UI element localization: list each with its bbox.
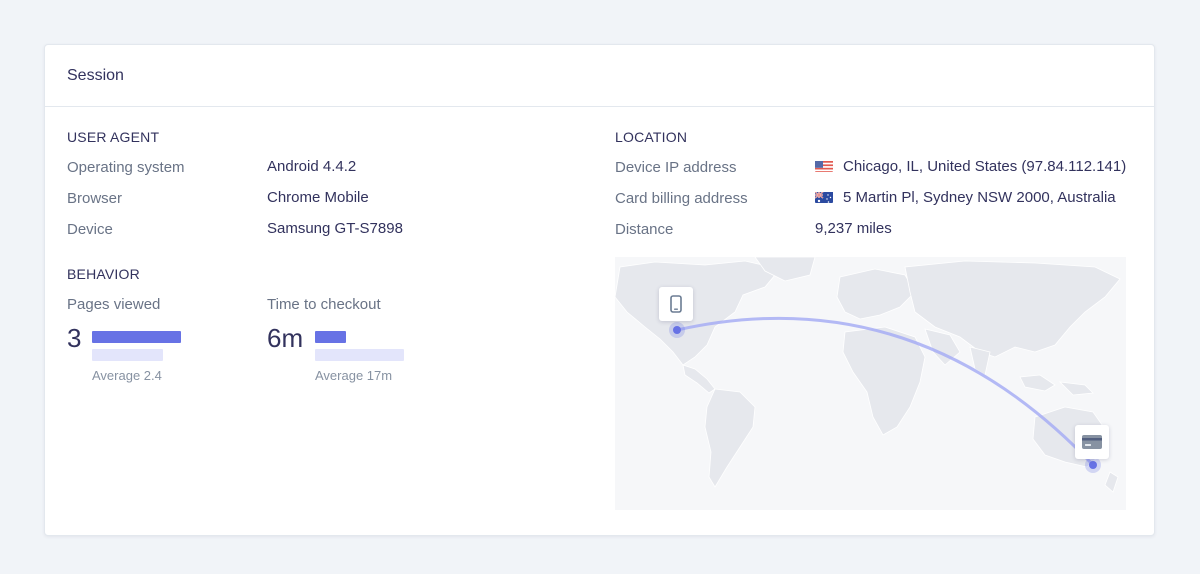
pages-average-bar <box>92 349 163 361</box>
browser-label: Browser <box>67 189 123 207</box>
pages-viewed-value: 3 <box>67 323 82 353</box>
os-value: Android 4.4.2 <box>267 158 357 175</box>
distance-row: Distance <box>615 219 673 239</box>
pages-viewed-bar <box>92 331 181 343</box>
billing-value: 5 Martin Pl, Sydney NSW 2000, Australia <box>843 189 1116 206</box>
browser-row: Browser <box>67 188 122 208</box>
billing-label: Card billing address <box>615 189 748 207</box>
os-label: Operating system <box>67 158 185 176</box>
session-card: Session USER AGENT Operating system Andr… <box>44 44 1155 536</box>
us-flag-icon <box>815 160 833 172</box>
device-label: Device <box>67 220 113 238</box>
device-value: Samsung GT-S7898 <box>267 220 403 237</box>
ip-value-wrap: Chicago, IL, United States (97.84.112.14… <box>815 158 1126 175</box>
time-to-checkout-label: Time to checkout <box>267 296 381 313</box>
device-row: Device <box>67 219 113 239</box>
checkout-average-label: Average 17m <box>315 368 393 383</box>
billing-value-wrap: 5 Martin Pl, Sydney NSW 2000, Australia <box>815 189 1116 206</box>
au-flag-icon <box>815 191 833 203</box>
pages-viewed-label: Pages viewed <box>67 296 161 313</box>
card-title: Session <box>67 66 124 84</box>
location-heading: LOCATION <box>615 129 688 145</box>
distance-value: 9,237 miles <box>815 220 892 237</box>
checkout-bar <box>315 331 346 343</box>
ip-label: Device IP address <box>615 158 737 176</box>
os-row: Operating system <box>67 157 185 177</box>
ip-row: Device IP address <box>615 157 736 177</box>
ip-value: Chicago, IL, United States (97.84.112.14… <box>843 158 1127 175</box>
card-pin[interactable] <box>1075 425 1109 459</box>
location-map <box>615 257 1126 510</box>
distance-label: Distance <box>615 220 674 238</box>
phone-icon <box>670 295 682 313</box>
checkout-average-bar <box>315 349 404 361</box>
behavior-heading: BEHAVIOR <box>67 266 140 282</box>
billing-row: Card billing address <box>615 188 748 208</box>
pages-average-label: Average 2.4 <box>92 368 162 383</box>
credit-card-icon <box>1082 435 1102 449</box>
user-agent-heading: USER AGENT <box>67 129 160 145</box>
browser-value: Chrome Mobile <box>267 189 369 206</box>
time-to-checkout-value: 6m <box>267 323 304 353</box>
device-pin[interactable] <box>659 287 693 321</box>
card-header: Session <box>45 45 1154 107</box>
